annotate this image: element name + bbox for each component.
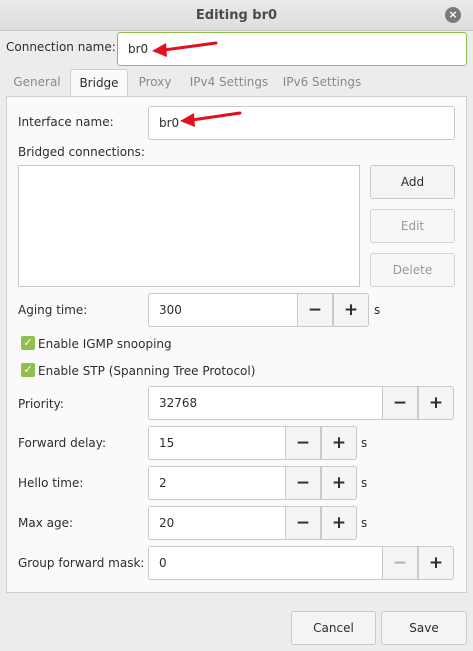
group-forward-mask-label: Group forward mask:: [18, 556, 145, 570]
tab-ipv4-settings[interactable]: IPv4 Settings: [184, 69, 274, 97]
hello-time-decrement-button[interactable]: −: [285, 466, 321, 500]
aging-time-increment-button[interactable]: +: [333, 293, 369, 327]
priority-value: 32768: [159, 396, 198, 410]
aging-time-label: Aging time:: [18, 303, 88, 317]
bridged-connections-label: Bridged connections:: [18, 145, 145, 159]
max-age-input[interactable]: 20: [148, 506, 285, 540]
priority-increment-button[interactable]: +: [418, 386, 454, 420]
stp-label: Enable STP (Spanning Tree Protocol): [38, 364, 256, 378]
max-age-label: Max age:: [18, 516, 74, 530]
max-age-unit: s: [361, 516, 368, 530]
hello-time-value: 2: [159, 476, 167, 490]
forward-delay-increment-button[interactable]: +: [321, 426, 357, 460]
aging-time-decrement-button[interactable]: −: [297, 293, 333, 327]
priority-decrement-button[interactable]: −: [382, 386, 418, 420]
group-forward-mask-value: 0: [159, 556, 167, 570]
forward-delay-decrement-button[interactable]: −: [285, 426, 321, 460]
max-age-value: 20: [159, 516, 175, 530]
forward-delay-value: 15: [159, 436, 175, 450]
hello-time-input[interactable]: 2: [148, 466, 285, 500]
connection-name-value: br0: [128, 42, 149, 56]
forward-delay-input[interactable]: 15: [148, 426, 285, 460]
save-button[interactable]: Save: [381, 611, 467, 645]
hello-time-increment-button[interactable]: +: [321, 466, 357, 500]
igmp-snooping-checkbox[interactable]: ✓: [21, 336, 35, 350]
aging-time-input[interactable]: 300: [148, 293, 297, 327]
tab-bridge[interactable]: Bridge: [70, 69, 128, 98]
tab-proxy[interactable]: Proxy: [130, 69, 180, 97]
delete-button[interactable]: Delete: [370, 253, 455, 287]
aging-time-value: 300: [159, 303, 182, 317]
stp-checkbox[interactable]: ✓: [21, 363, 35, 377]
cancel-button[interactable]: Cancel: [291, 611, 376, 645]
edit-button[interactable]: Edit: [370, 209, 455, 243]
group-forward-mask-decrement-button[interactable]: −: [382, 546, 418, 580]
hello-time-unit: s: [361, 476, 368, 490]
forward-delay-label: Forward delay:: [18, 436, 107, 450]
group-forward-mask-input[interactable]: 0: [148, 546, 382, 580]
annotation-arrow-icon: [152, 41, 218, 57]
interface-name-label: Interface name:: [18, 115, 114, 129]
title-bar: Editing br0 ×: [0, 0, 473, 31]
tab-ipv6-settings[interactable]: IPv6 Settings: [278, 69, 366, 97]
annotation-arrow-icon: [180, 111, 242, 127]
tab-general[interactable]: General: [6, 69, 68, 97]
igmp-snooping-label: Enable IGMP snooping: [38, 337, 172, 351]
max-age-increment-button[interactable]: +: [321, 506, 357, 540]
connection-name-label: Connection name:: [6, 40, 116, 54]
priority-label: Priority:: [18, 397, 64, 411]
window-title: Editing br0: [195, 8, 278, 23]
max-age-decrement-button[interactable]: −: [285, 506, 321, 540]
forward-delay-unit: s: [361, 436, 368, 450]
add-button[interactable]: Add: [370, 165, 455, 199]
interface-name-value: br0: [159, 116, 180, 130]
bridged-connections-list[interactable]: [18, 165, 360, 287]
aging-time-unit: s: [374, 303, 381, 317]
close-icon[interactable]: ×: [445, 7, 461, 23]
group-forward-mask-increment-button[interactable]: +: [418, 546, 454, 580]
hello-time-label: Hello time:: [18, 476, 84, 490]
priority-input[interactable]: 32768: [148, 386, 382, 420]
